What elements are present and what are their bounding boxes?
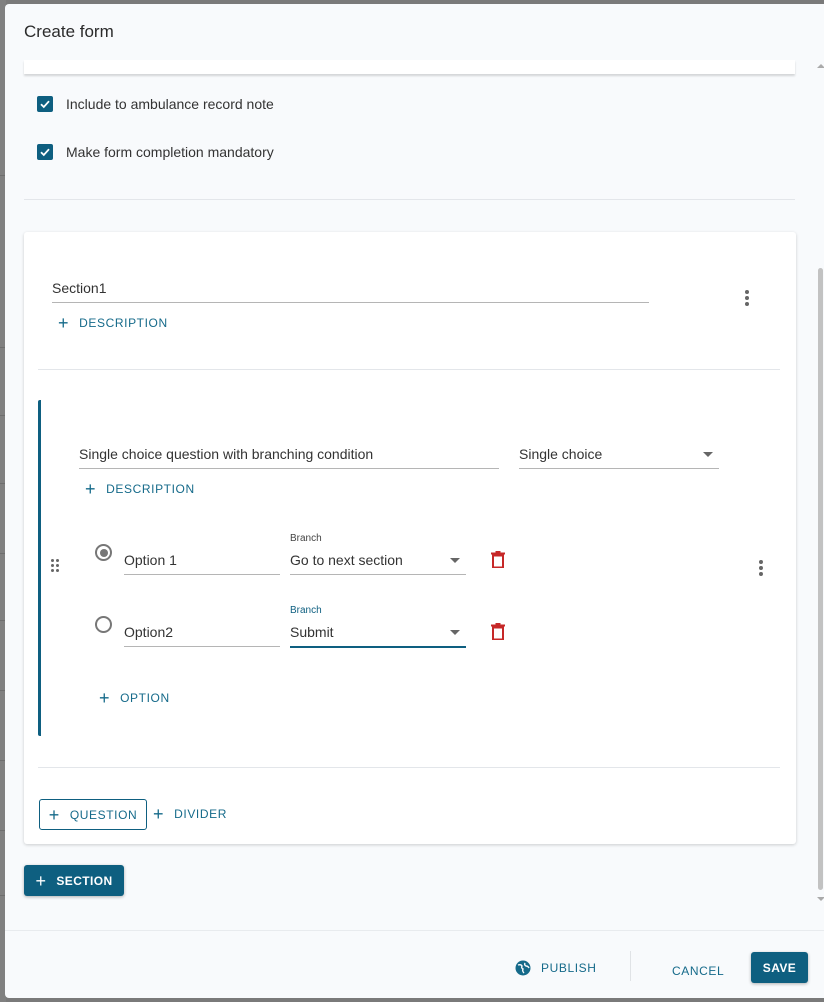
dialog-content: Include to ambulance record note Make fo… xyxy=(5,60,824,930)
plus-icon: + xyxy=(99,688,111,708)
branch-label: Branch xyxy=(290,605,322,616)
publish-button[interactable]: PUBLISH xyxy=(515,960,597,976)
question-add-description-button[interactable]: + DESCRIPTION xyxy=(85,479,195,499)
button-label: SAVE xyxy=(762,960,797,975)
option-2-radio[interactable] xyxy=(95,616,112,633)
plus-icon: + xyxy=(85,479,97,499)
button-label: CANCEL xyxy=(672,964,725,978)
button-label: DESCRIPTION xyxy=(106,482,195,496)
option-1-branch-select[interactable]: Go to next section xyxy=(290,552,466,575)
add-divider-button[interactable]: + DIVIDER xyxy=(153,804,227,824)
checkmark-icon xyxy=(40,148,50,157)
checkmark-icon xyxy=(40,100,50,109)
option-2-input[interactable]: Option2 xyxy=(124,624,280,647)
divider xyxy=(24,199,795,200)
dropdown-caret-icon xyxy=(450,630,460,635)
question-more-menu-icon[interactable] xyxy=(759,560,763,576)
section-divider xyxy=(38,369,780,370)
dialog-title: Create form xyxy=(24,22,114,41)
plus-icon: + xyxy=(153,804,165,824)
select-value: Go to next section xyxy=(290,552,403,568)
add-question-button[interactable]: + QUESTION xyxy=(39,799,147,830)
vertical-scrollbar[interactable] xyxy=(816,60,824,905)
include-ambulance-note-option[interactable]: Include to ambulance record note xyxy=(37,96,274,112)
section-title-input[interactable]: Section1 xyxy=(52,280,649,303)
plus-icon: + xyxy=(58,313,70,333)
mandatory-completion-option[interactable]: Make form completion mandatory xyxy=(37,144,274,160)
mandatory-completion-checkbox[interactable] xyxy=(37,144,53,160)
add-option-button[interactable]: + OPTION xyxy=(99,688,170,708)
button-label: PUBLISH xyxy=(541,961,597,975)
dropdown-caret-icon xyxy=(450,558,460,563)
button-label: DIVIDER xyxy=(174,807,227,821)
section-card: Section1 + DESCRIPTION Single choice que… xyxy=(24,232,796,844)
option-2-branch-select[interactable]: Submit xyxy=(290,624,466,648)
dropdown-caret-icon xyxy=(703,452,713,457)
checkbox-label: Make form completion mandatory xyxy=(66,144,274,160)
section-divider xyxy=(38,767,780,768)
add-section-button[interactable]: + SECTION xyxy=(24,865,124,896)
button-label: OPTION xyxy=(120,691,170,705)
question-card: Single choice question with branching co… xyxy=(38,400,780,736)
globe-icon xyxy=(515,960,531,976)
plus-icon: + xyxy=(35,870,47,891)
question-type-select[interactable]: Single choice xyxy=(519,446,719,469)
delete-option-2-trash-icon[interactable] xyxy=(491,623,505,640)
create-form-dialog: Create form Include to ambulance record … xyxy=(5,4,824,998)
include-ambulance-note-checkbox[interactable] xyxy=(37,96,53,112)
option-1-input[interactable]: Option 1 xyxy=(124,552,280,575)
branch-label: Branch xyxy=(290,533,322,544)
button-label: DESCRIPTION xyxy=(79,316,168,330)
dialog-footer: PUBLISH CANCEL SAVE xyxy=(5,930,824,998)
select-value: Submit xyxy=(290,624,334,640)
cancel-button[interactable]: CANCEL xyxy=(672,964,724,978)
option-1-radio[interactable] xyxy=(95,544,112,561)
section-add-description-button[interactable]: + DESCRIPTION xyxy=(58,313,168,333)
checkbox-label: Include to ambulance record note xyxy=(66,96,274,112)
plus-icon: + xyxy=(48,804,60,825)
button-label: QUESTION xyxy=(69,807,138,822)
section-more-menu-icon[interactable] xyxy=(745,290,749,306)
select-value: Single choice xyxy=(519,446,603,462)
form-info-card xyxy=(24,60,795,74)
scrollbar-thumb[interactable] xyxy=(818,268,823,890)
footer-divider xyxy=(630,951,631,981)
drag-handle-icon[interactable] xyxy=(51,559,59,572)
scroll-up-arrow-icon[interactable] xyxy=(817,64,824,68)
save-button[interactable]: SAVE xyxy=(751,952,808,983)
question-title-input[interactable]: Single choice question with branching co… xyxy=(79,446,499,469)
scroll-down-arrow-icon[interactable] xyxy=(817,897,824,901)
button-label: SECTION xyxy=(56,873,113,888)
delete-option-1-trash-icon[interactable] xyxy=(491,551,505,568)
